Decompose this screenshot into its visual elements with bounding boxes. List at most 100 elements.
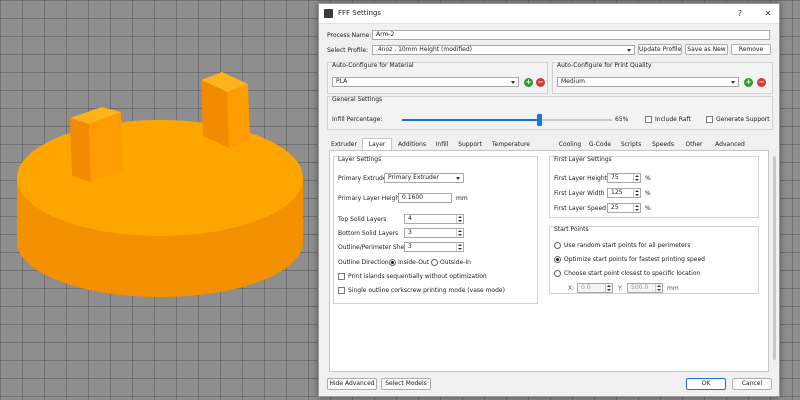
y-value: 500.0: [631, 284, 649, 291]
layer-height-label: Primary Layer Height: [338, 195, 402, 202]
quality-group-title: Auto-Configure for Print Quality: [557, 62, 652, 69]
panel-scrollbar[interactable]: [772, 150, 777, 372]
stepper-arrows-icon[interactable]: [633, 189, 640, 197]
stepper-arrows-icon[interactable]: [456, 215, 463, 223]
quality-select[interactable]: Medium: [557, 77, 739, 87]
app-icon: [324, 9, 333, 18]
remove-material-icon[interactable]: −: [536, 78, 545, 87]
x-value: 0.0: [581, 284, 591, 291]
include-raft-label: Include Raft: [655, 116, 691, 123]
layer-height-input[interactable]: 0.1600: [398, 193, 452, 203]
process-name-input[interactable]: Arm-2: [372, 30, 770, 40]
stepper-arrows-icon[interactable]: [456, 243, 463, 251]
first-layer-speed-stepper[interactable]: 25: [607, 203, 641, 213]
outside-in-label: Outside-In: [440, 259, 471, 266]
save-as-new-button[interactable]: Save as New: [685, 44, 728, 55]
layer-tab-panel: Layer Settings Primary Extruder Primary …: [329, 150, 769, 372]
closest-start-radio[interactable]: [554, 270, 561, 277]
outline-direction-label: Outline Direction:: [338, 259, 391, 266]
quality-group: Auto-Configure for Print Quality Medium …: [552, 62, 773, 94]
infill-label: Infill Percentage:: [332, 116, 383, 123]
x-stepper[interactable]: 0.0: [577, 283, 613, 293]
start-points-title: Start Points: [554, 226, 589, 233]
stepper-arrows-icon[interactable]: [633, 174, 640, 182]
top-solid-layers-label: Top Solid Layers: [338, 216, 387, 223]
ok-button[interactable]: OK: [686, 378, 726, 390]
first-layer-width-value: 125: [611, 189, 623, 196]
optimize-start-radio[interactable]: [554, 256, 561, 263]
layer-height-unit: mm: [456, 195, 468, 202]
scrollbar-thumb[interactable]: [773, 156, 776, 360]
bottom-solid-layers-value: 3: [408, 229, 412, 236]
material-group: Auto-Configure for Material PLA + −: [327, 62, 548, 94]
general-settings-group: General Settings Infill Percentage: 65% …: [327, 96, 773, 130]
vase-mode-label: Single outline corkscrew printing mode (…: [348, 287, 505, 294]
closest-start-label: Choose start point closest to specific l…: [564, 270, 701, 277]
random-start-radio[interactable]: [554, 242, 561, 249]
perimeter-shells-value: 3: [408, 243, 412, 250]
top-solid-layers-stepper[interactable]: 4: [404, 214, 464, 224]
generate-support-checkbox[interactable]: [706, 116, 713, 123]
top-solid-layers-value: 4: [408, 215, 412, 222]
infill-slider-fill: [402, 119, 539, 121]
inside-out-radio[interactable]: [389, 259, 396, 266]
profile-select[interactable]: .4noz , 10mm Height (modified): [372, 45, 635, 55]
include-raft-checkbox[interactable]: [645, 116, 652, 123]
optimize-start-label: Optimize start points for fastest printi…: [564, 256, 705, 263]
first-layer-height-label: First Layer Height: [554, 175, 608, 182]
first-layer-group: First Layer Settings First Layer Height …: [549, 156, 759, 218]
x-label: X:: [568, 285, 575, 292]
outside-in-radio[interactable]: [431, 259, 438, 266]
infill-slider-thumb[interactable]: [536, 114, 542, 126]
first-layer-height-stepper[interactable]: 75: [607, 173, 641, 183]
first-layer-title: First Layer Settings: [554, 156, 612, 163]
first-layer-width-stepper[interactable]: 125: [607, 188, 641, 198]
first-layer-speed-value: 25: [611, 204, 619, 211]
y-stepper[interactable]: 500.0: [627, 283, 663, 293]
material-group-title: Auto-Configure for Material: [332, 62, 414, 69]
first-layer-height-value: 75: [611, 174, 619, 181]
help-button[interactable]: ?: [731, 7, 749, 21]
remove-quality-icon[interactable]: −: [757, 78, 766, 87]
primary-extruder-label: Primary Extruder: [338, 175, 390, 182]
add-material-icon[interactable]: +: [524, 78, 533, 87]
layer-settings-title: Layer Settings: [338, 156, 382, 163]
xy-unit: mm: [667, 285, 679, 292]
perimeter-shells-label: Outline/Perimeter Shells: [338, 244, 411, 251]
hide-advanced-button[interactable]: Hide Advanced: [327, 378, 377, 390]
generate-support-label: Generate Support: [716, 116, 770, 123]
cancel-button[interactable]: Cancel: [732, 378, 772, 390]
fff-settings-dialog: FFF Settings ? ✕ Process Name: Arm-2 Sel…: [318, 3, 780, 397]
select-profile-label: Select Profile:: [327, 47, 369, 54]
layer-settings-group: Layer Settings Primary Extruder Primary …: [333, 156, 538, 304]
y-label: Y:: [618, 285, 623, 292]
first-layer-height-unit: %: [645, 175, 651, 182]
model-render: [17, 72, 303, 297]
perimeter-shells-stepper[interactable]: 3: [404, 242, 464, 252]
random-start-label: Use random start points for all perimete…: [564, 242, 691, 249]
inside-out-label: Inside-Out: [398, 259, 430, 266]
start-points-group: Start Points Use random start points for…: [549, 226, 759, 294]
window-title: FFF Settings: [338, 9, 382, 17]
first-layer-speed-label: First Layer Speed: [554, 205, 606, 212]
bottom-solid-layers-label: Bottom Solid Layers: [338, 230, 399, 237]
remove-profile-button[interactable]: Remove: [731, 44, 771, 55]
first-layer-width-label: First Layer Width: [554, 190, 605, 197]
add-quality-icon[interactable]: +: [744, 78, 753, 87]
stepper-arrows-icon[interactable]: [456, 229, 463, 237]
print-islands-checkbox[interactable]: [338, 273, 345, 280]
first-layer-width-unit: %: [645, 190, 651, 197]
first-layer-speed-unit: %: [645, 205, 651, 212]
update-profile-button[interactable]: Update Profile: [638, 44, 682, 55]
select-models-button[interactable]: Select Models: [381, 378, 431, 390]
material-select[interactable]: PLA: [332, 77, 519, 87]
stepper-arrows-icon[interactable]: [605, 284, 612, 292]
stepper-arrows-icon[interactable]: [655, 284, 662, 292]
primary-extruder-select[interactable]: Primary Extruder: [384, 173, 464, 183]
title-bar: FFF Settings ? ✕: [319, 4, 779, 24]
bottom-solid-layers-stepper[interactable]: 3: [404, 228, 464, 238]
stepper-arrows-icon[interactable]: [633, 204, 640, 212]
vase-mode-checkbox[interactable]: [338, 287, 345, 294]
close-button[interactable]: ✕: [759, 7, 777, 21]
infill-value: 65%: [615, 116, 629, 123]
